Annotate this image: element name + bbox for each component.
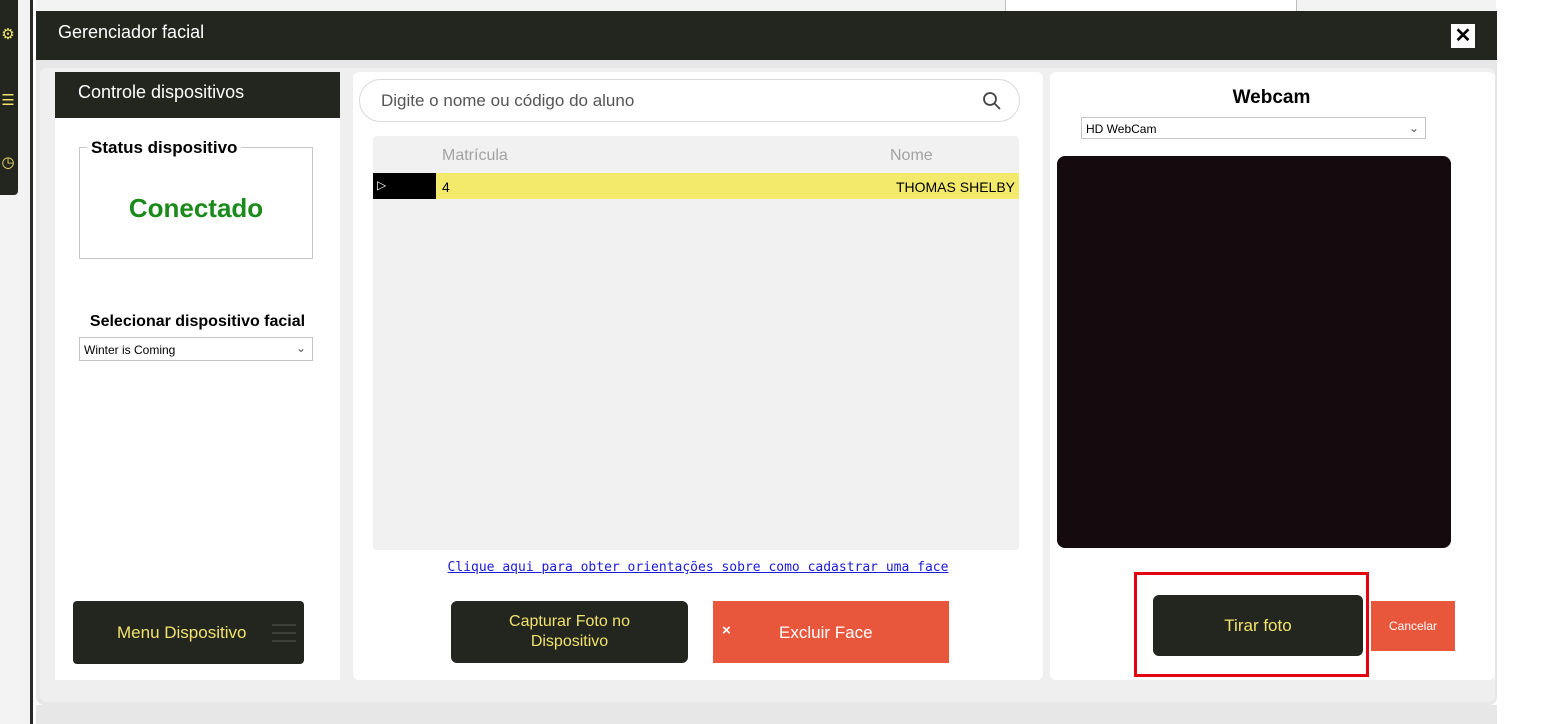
- device-menu-button[interactable]: Menu Dispositivo: [73, 601, 304, 664]
- take-photo-button[interactable]: Tirar foto: [1153, 595, 1363, 656]
- row-selector-icon[interactable]: ▷: [373, 173, 436, 199]
- capture-button-label-line1: Capturar Foto no: [509, 613, 630, 630]
- cancel-button[interactable]: Cancelar: [1371, 601, 1455, 651]
- dialog-title: Gerenciador facial: [58, 22, 205, 42]
- cell-matricula: 4: [442, 179, 450, 195]
- column-header-matricula[interactable]: Matrícula: [442, 147, 508, 165]
- webcam-device-select[interactable]: HD WebCam ⌄: [1081, 117, 1426, 139]
- device-control-header: Controle dispositivos: [55, 72, 340, 118]
- delete-face-label: Excluir Face: [779, 623, 873, 642]
- facial-device-select[interactable]: Winter is Coming ⌄: [79, 337, 313, 361]
- gear-icon: ⚙: [1, 26, 15, 43]
- device-status-value: Conectado: [128, 193, 264, 223]
- close-icon: ×: [722, 622, 731, 639]
- search-icon[interactable]: [982, 91, 1002, 111]
- webcam-device-value: HD WebCam: [1086, 122, 1157, 136]
- facial-device-select-value: Winter is Coming: [84, 343, 176, 357]
- device-status-legend: Status dispositivo: [87, 138, 242, 158]
- chevron-down-icon: ⌄: [295, 341, 306, 355]
- capture-photo-device-button[interactable]: Capturar Foto no Dispositivo: [451, 601, 688, 663]
- face-registration-help-link[interactable]: Clique aqui para obter orientações sobre…: [353, 560, 1043, 575]
- clock-icon: ◷: [1, 154, 15, 171]
- background-divider: [30, 0, 33, 724]
- close-button[interactable]: ✕: [1451, 24, 1475, 48]
- webcam-preview: [1057, 156, 1451, 548]
- cell-nome: THOMAS SHELBY: [895, 179, 1015, 195]
- capture-button-label-line2: Dispositivo: [530, 633, 609, 650]
- hamburger-icon: [272, 618, 296, 648]
- webcam-title: Webcam: [1232, 87, 1311, 108]
- dialog-titlebar: [36, 11, 1497, 60]
- device-select-label: Selecionar dispositivo facial: [89, 313, 306, 330]
- student-search-input[interactable]: [381, 88, 941, 114]
- dialog-footer: [36, 705, 1497, 724]
- background-sidebar-strip: ⚙ ☰ ◷: [0, 0, 18, 195]
- column-header-nome[interactable]: Nome: [890, 147, 933, 165]
- list-icon: ☰: [1, 92, 15, 109]
- device-menu-label: Menu Dispositivo: [117, 623, 247, 642]
- chevron-down-icon: ⌄: [1408, 121, 1419, 135]
